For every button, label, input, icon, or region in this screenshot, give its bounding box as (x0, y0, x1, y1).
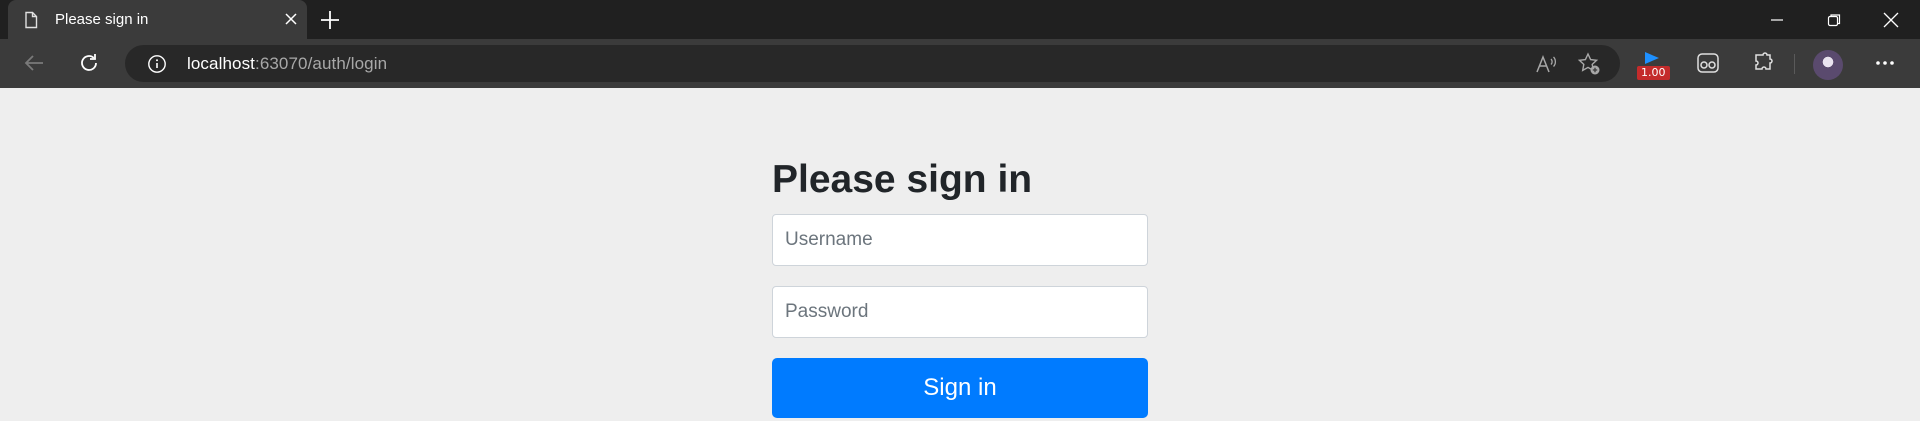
password-input[interactable] (772, 286, 1148, 338)
favorite-star-add-icon (1577, 52, 1600, 75)
extension-badge: 1.00 (1637, 66, 1670, 80)
profile-avatar[interactable] (1813, 50, 1843, 80)
puzzle-icon (1755, 52, 1773, 70)
settings-menu-button[interactable] (1870, 48, 1900, 78)
restore-button[interactable] (1806, 0, 1862, 39)
add-favorite-button[interactable] (1577, 52, 1601, 76)
url-host: localhost (187, 54, 255, 73)
page-icon (25, 11, 38, 29)
minimize-button[interactable] (1749, 0, 1805, 39)
extension-eyes[interactable] (1693, 48, 1723, 78)
restore-icon (1827, 13, 1841, 26)
more-dots-icon (1876, 61, 1894, 65)
back-button[interactable] (19, 48, 49, 78)
minimize-icon (1771, 18, 1783, 21)
username-input[interactable] (772, 214, 1148, 266)
browser-titlebar: Please sign in (0, 0, 1920, 39)
browser-tab-active[interactable]: Please sign in (8, 0, 307, 39)
glasses-icon (1697, 53, 1719, 73)
read-aloud-button[interactable] (1534, 52, 1558, 76)
close-tab-icon[interactable] (283, 11, 299, 27)
close-icon (1883, 12, 1899, 27)
sign-in-button[interactable]: Sign in (772, 358, 1148, 418)
reload-icon (81, 54, 97, 71)
url-text[interactable]: localhost:63070/auth/login (187, 54, 387, 74)
play-triangle-icon (1645, 52, 1659, 64)
reload-button[interactable] (74, 48, 104, 78)
page-content: Please sign in Sign in (0, 88, 1920, 421)
tab-title: Please sign in (55, 11, 149, 28)
close-window-button[interactable] (1863, 0, 1919, 39)
toolbar-divider (1794, 54, 1795, 74)
site-info-icon[interactable] (147, 54, 167, 74)
browser-toolbar: localhost:63070/auth/login (0, 39, 1920, 88)
page-title: Please sign in (772, 158, 1033, 201)
url-path: :63070/auth/login (255, 54, 388, 73)
address-bar[interactable]: localhost:63070/auth/login (125, 45, 1620, 82)
new-tab-icon[interactable] (318, 9, 342, 31)
extensions-button[interactable] (1749, 48, 1779, 78)
back-arrow-icon (24, 55, 43, 71)
read-aloud-icon (1536, 54, 1557, 73)
